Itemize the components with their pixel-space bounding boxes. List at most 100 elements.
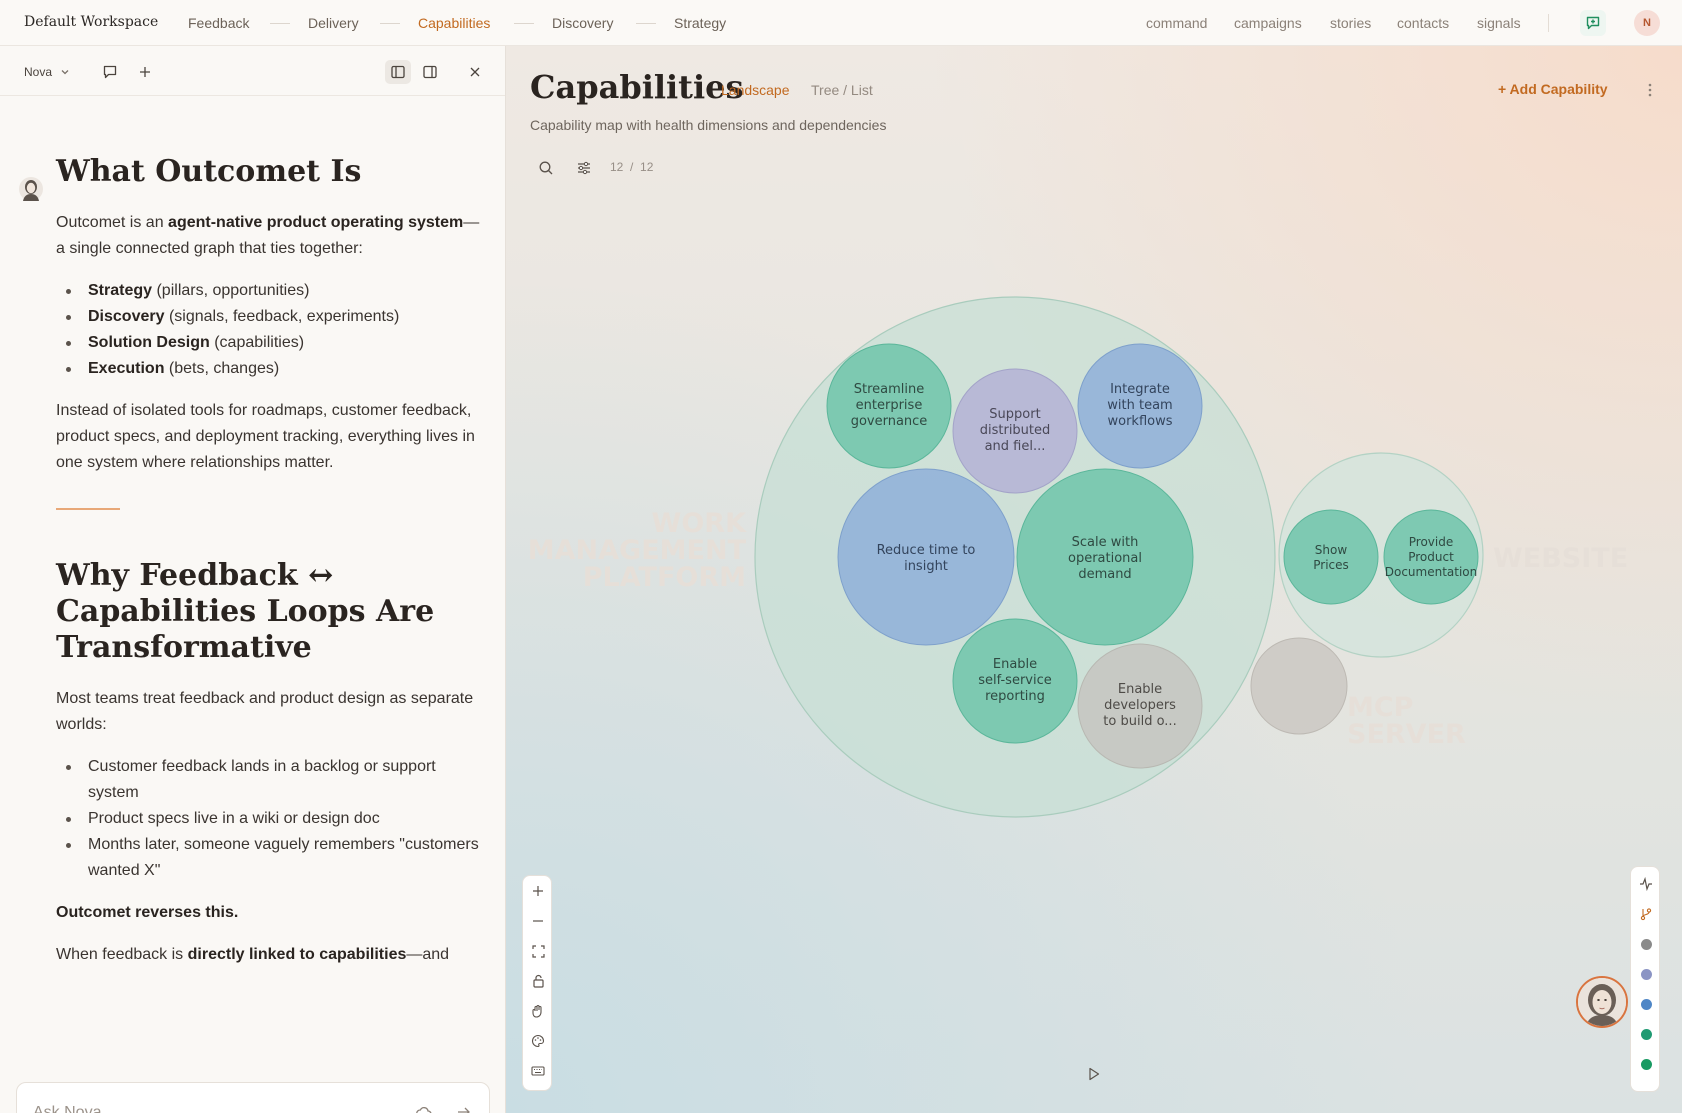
group-label-work-management-platform: WORK MANAGEMENT PLATFORM: [528, 508, 747, 593]
nova-chat-panel: Nova What Outcomet Is Outcomet is an age…: [0, 46, 506, 1113]
workspace-name[interactable]: Default Workspace: [24, 14, 158, 30]
svg-text:and fiel...: and fiel...: [985, 439, 1046, 454]
paragraph: Outcomet reverses this.: [56, 904, 239, 921]
status-dot: [1640, 998, 1652, 1010]
message-icon: [103, 65, 117, 79]
svg-text:Integrate: Integrate: [1110, 382, 1170, 397]
link-campaigns[interactable]: campaigns: [1234, 15, 1302, 31]
nav-strategy[interactable]: Strategy: [674, 15, 726, 31]
plus-icon: [140, 67, 150, 77]
expand-icon: [531, 944, 545, 958]
capability-bubble[interactable]: Reduce time to insight: [837, 468, 1015, 646]
status-dot: [1640, 968, 1652, 980]
canvas-tools-bar: [522, 875, 552, 1091]
plus-icon: [533, 886, 543, 896]
zoom-in-button[interactable]: [523, 876, 553, 906]
svg-text:SERVER: SERVER: [1347, 719, 1466, 750]
add-button[interactable]: [132, 60, 158, 84]
group-label-website: WEBSITE: [1493, 543, 1628, 574]
nav-discovery[interactable]: Discovery: [552, 15, 613, 31]
close-panel-button[interactable]: [462, 60, 488, 84]
status-dot: [1640, 1058, 1652, 1070]
paragraph: Instead of isolated tools for roadmaps, …: [56, 402, 475, 471]
keyboard-shortcuts-button[interactable]: [523, 1056, 553, 1086]
activity-toggle[interactable]: [1631, 869, 1661, 899]
ask-nova-input[interactable]: Ask Nova...: [33, 1104, 115, 1113]
user-avatar[interactable]: N: [1634, 10, 1660, 36]
svg-text:Streamline: Streamline: [854, 382, 925, 397]
list-item: Discovery (signals, feedback, experiment…: [56, 304, 486, 330]
svg-text:workflows: workflows: [1107, 414, 1172, 429]
section-heading: What Outcomet Is: [56, 154, 362, 189]
legend-dot-green[interactable]: [1631, 1049, 1661, 1079]
git-branch-icon: [1640, 908, 1652, 921]
chat-toggle-button[interactable]: [1580, 10, 1606, 36]
dock-left-button[interactable]: [385, 60, 411, 84]
svg-text:distributed: distributed: [980, 423, 1051, 438]
capability-bubble[interactable]: Show Prices: [1283, 509, 1379, 605]
assistant-message: What Outcomet Is Outcomet is an agent-na…: [56, 154, 486, 984]
capability-bubble[interactable]: Integrate with team workflows: [1077, 343, 1203, 469]
link-contacts[interactable]: contacts: [1397, 15, 1449, 31]
paragraph: Most teams treat feedback and product de…: [56, 690, 474, 733]
nova-avatar-icon: [19, 177, 43, 201]
list-item: Strategy (pillars, opportunities): [56, 278, 486, 304]
legend-dot-teal[interactable]: [1631, 1019, 1661, 1049]
zoom-out-button[interactable]: [523, 906, 553, 936]
send-arrow-icon[interactable]: [455, 1103, 473, 1113]
legend-dot-gray[interactable]: [1631, 929, 1661, 959]
capability-bubble[interactable]: Support distributed and fiel...: [952, 368, 1078, 494]
topbar-divider: [1548, 14, 1549, 32]
svg-text:Documentation: Documentation: [1385, 565, 1478, 579]
capability-bubble[interactable]: Scale with operational demand: [1016, 468, 1194, 646]
panel-toolbar: Nova: [0, 46, 505, 96]
ask-nova-input-box[interactable]: Ask Nova...: [16, 1082, 490, 1113]
list-item: Product specs live in a wiki or design d…: [56, 806, 486, 832]
bullet-list: Strategy (pillars, opportunities) Discov…: [56, 278, 486, 382]
agent-selector[interactable]: Nova: [24, 65, 52, 79]
capability-bubble[interactable]: Streamline enterprise governance: [826, 343, 952, 469]
dependencies-toggle[interactable]: [1631, 899, 1661, 929]
nav-feedback[interactable]: Feedback: [188, 15, 249, 31]
svg-text:Product: Product: [1408, 550, 1454, 564]
cloud-icon[interactable]: [415, 1103, 433, 1113]
activity-pulse-icon: [1640, 877, 1652, 891]
dock-right-button[interactable]: [417, 60, 443, 84]
link-stories[interactable]: stories: [1330, 15, 1371, 31]
section-heading: Why Feedback ↔ Capabilities Loops Are Tr…: [56, 558, 435, 665]
group-bubble-mcp-server[interactable]: [1250, 637, 1348, 735]
svg-text:governance: governance: [851, 414, 928, 429]
palette-icon: [532, 1034, 545, 1048]
nova-assistant-avatar[interactable]: [1576, 976, 1628, 1028]
nav-connector: [636, 23, 656, 24]
svg-text:Show: Show: [1315, 543, 1348, 557]
paragraph: When feedback is directly linked to capa…: [56, 946, 450, 963]
group-label-mcp-server: MCP SERVER: [1347, 692, 1466, 750]
capabilities-canvas: Capabilities Landscape Tree / List Capab…: [506, 46, 1682, 1113]
svg-text:insight: insight: [904, 559, 948, 574]
lock-button[interactable]: [523, 966, 553, 996]
capability-bubble[interactable]: Enable developers to build o...: [1077, 643, 1203, 769]
legend-dot-blue[interactable]: [1631, 989, 1661, 1019]
capability-bubble[interactable]: Enable self-service reporting: [952, 618, 1078, 744]
fit-view-button[interactable]: [523, 936, 553, 966]
legend-dot-lavender[interactable]: [1631, 959, 1661, 989]
link-command[interactable]: command: [1146, 15, 1207, 31]
top-navigation-bar: Default Workspace Feedback Delivery Capa…: [0, 0, 1682, 46]
play-icon[interactable]: [1088, 1067, 1100, 1081]
capability-bubble[interactable]: Provide Product Documentation: [1383, 509, 1479, 605]
svg-text:reporting: reporting: [985, 689, 1045, 704]
svg-text:WEBSITE: WEBSITE: [1493, 543, 1628, 574]
nav-delivery[interactable]: Delivery: [308, 15, 359, 31]
link-signals[interactable]: signals: [1477, 15, 1521, 31]
nova-face-icon: [1578, 978, 1626, 1026]
new-chat-button[interactable]: [97, 60, 123, 84]
svg-text:Reduce time to: Reduce time to: [877, 543, 976, 558]
chevron-down-icon[interactable]: [60, 67, 70, 77]
minus-icon: [533, 920, 543, 922]
palette-button[interactable]: [523, 1026, 553, 1056]
nav-capabilities[interactable]: Capabilities: [418, 15, 490, 31]
pan-tool-button[interactable]: [523, 996, 553, 1026]
capability-bubble-map: WORK MANAGEMENT PLATFORM WEBSITE MCP SER…: [528, 296, 1628, 818]
list-item: Execution (bets, changes): [56, 356, 486, 382]
